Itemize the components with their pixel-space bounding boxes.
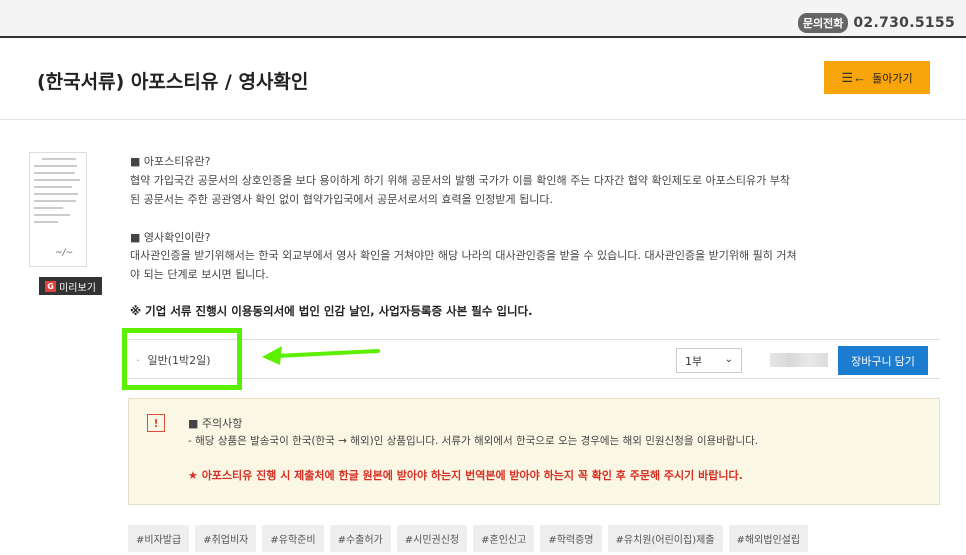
price-blurred [770, 353, 828, 367]
highlight-box [122, 328, 242, 390]
chevron-down-icon: ⌄ [724, 354, 733, 365]
thumb-line [34, 193, 79, 195]
page-title: (한국서류) 아포스티유 / 영사확인 [37, 71, 309, 93]
thumb-line [34, 179, 80, 181]
caution-text: - 해당 상품은 발송국이 한국(한국 → 해외)인 상품입니다. 서류가 해외… [188, 435, 759, 447]
tag[interactable]: #시민권신청 [396, 525, 468, 552]
thumb-line [34, 165, 78, 167]
quantity-value: 1부 [685, 354, 703, 368]
tag[interactable]: #해외법인설립 [728, 525, 809, 552]
contact-phone: 문의전화 02.730.5155 [797, 13, 955, 33]
thumb-line [34, 172, 75, 174]
tag[interactable]: #유학준비 [262, 525, 324, 552]
tag-list: #비자발급 #취업비자 #유학준비 #수출허가 #시민권신청 #혼인신고 #학력… [128, 525, 814, 552]
tag[interactable]: #유치원(어린이집)제출 [607, 525, 723, 552]
consul-text-line1: 대사관인증을 받기위해서는 한국 외교부에서 영사 확인을 거쳐야만 해당 나라… [130, 249, 797, 262]
apostille-heading: ■ 아포스티유란? [130, 155, 211, 168]
thumb-line [34, 221, 58, 223]
divider [0, 119, 966, 120]
tag[interactable]: #학력증명 [540, 525, 602, 552]
thumb-line [34, 200, 77, 202]
quantity-select[interactable]: 1부 ⌄ [676, 348, 742, 373]
tag[interactable]: #취업비자 [195, 525, 257, 552]
caution-box: ! ■ 주의사항 - 해당 상품은 발송국이 한국(한국 → 해외)인 상품입니… [128, 398, 940, 505]
tag[interactable]: #혼인신고 [473, 525, 535, 552]
corporate-notice: ※ 기업 서류 진행시 이용동의서에 법인 인감 날인, 사업자등록증 사본 필… [130, 304, 533, 318]
top-bar: 문의전화 02.730.5155 [0, 0, 966, 38]
thumb-line [34, 186, 73, 188]
document-thumbnail[interactable]: ~/~ [29, 152, 87, 267]
apostille-text-line2: 된 공문서는 주한 공관영사 확인 없이 협약가입국에서 공문서로서의 효력을 … [130, 193, 554, 206]
consul-heading: ■ 영사확인이란? [130, 231, 211, 244]
phone-number[interactable]: 02.730.5155 [853, 15, 955, 31]
consul-text-line2: 야 되는 단계로 보시면 됩니다. [130, 268, 269, 281]
preview-icon: G [45, 280, 57, 292]
add-to-cart-button[interactable]: 장바구니 담기 [838, 346, 928, 375]
preview-button[interactable]: G 미리보기 [39, 277, 102, 295]
thumb-line [34, 207, 63, 209]
phone-badge: 문의전화 [797, 13, 849, 33]
list-back-icon: ☰← [841, 69, 867, 85]
back-button[interactable]: ☰← 돌아가기 [824, 61, 930, 94]
signature-icon: ~/~ [55, 248, 74, 258]
arrow-left-icon [262, 346, 380, 365]
option-row: · 일반(1박2일) 1부 ⌄ 장바구니 담기 [128, 339, 940, 379]
back-button-label: 돌아가기 [872, 72, 913, 85]
warning-icon: ! [147, 414, 165, 432]
thumb-line [42, 158, 76, 160]
preview-label: 미리보기 [59, 282, 96, 294]
thumb-line [34, 214, 70, 216]
tag[interactable]: #수출허가 [329, 525, 391, 552]
tag[interactable]: #비자발급 [128, 525, 190, 552]
caution-red-text: ★ 아포스티유 진행 시 제출처에 한글 원본에 받아야 하는지 번역본에 받아… [188, 469, 743, 482]
apostille-text-line1: 협약 가입국간 공문서의 상호인증을 보다 용이하게 하기 위해 공문서의 발행… [130, 174, 791, 187]
caution-title: ■ 주의사항 [188, 417, 243, 430]
